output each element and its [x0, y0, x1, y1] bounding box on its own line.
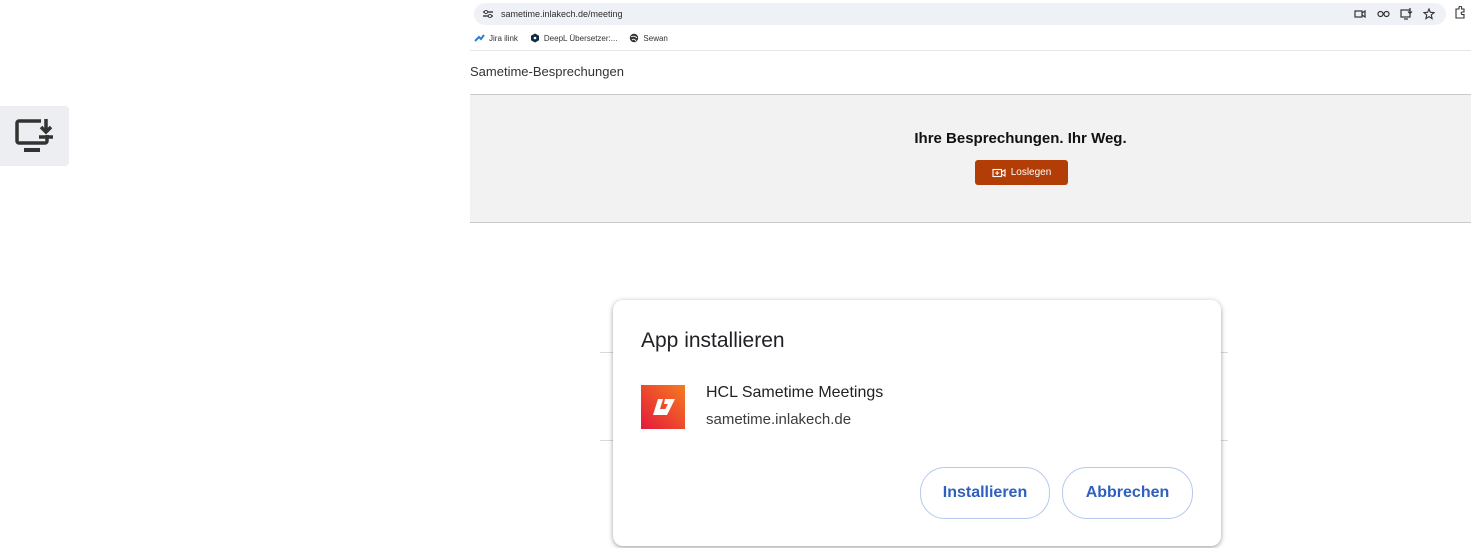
cancel-button[interactable]: Abbrechen — [1062, 467, 1193, 519]
password-key-icon[interactable] — [1376, 6, 1390, 22]
hero-title: Ihre Besprechungen. Ihr Weg. — [914, 130, 1127, 147]
extensions-puzzle-icon[interactable] — [1454, 5, 1468, 22]
bookmark-sewan[interactable]: Sewan — [629, 33, 668, 43]
dialog-title: App installieren — [641, 329, 785, 352]
install-app-icon[interactable] — [1399, 6, 1413, 22]
bookmark-label: DeepL Übersetzer:... — [543, 33, 618, 43]
app-name: HCL Sametime Meetings — [706, 384, 884, 401]
site-settings-icon[interactable] — [481, 7, 495, 21]
camera-icon[interactable] — [1353, 6, 1367, 22]
globe-icon — [630, 33, 639, 43]
jira-icon — [474, 34, 485, 42]
bookmark-label: Sewan — [643, 33, 668, 43]
hero-section: Ihre Besprechungen. Ihr Weg. Loslegen — [470, 94, 1471, 223]
page-title: Sametime-Besprechungen — [470, 64, 624, 79]
bookmark-label: Jira ilink — [489, 33, 518, 43]
bookmark-star-icon[interactable] — [1422, 6, 1436, 22]
install-app-icon-zoomed — [0, 106, 69, 166]
bookmark-jira[interactable]: Jira ilink — [474, 33, 518, 43]
toolbar-divider — [470, 50, 1471, 51]
start-button-label: Loslegen — [1010, 167, 1052, 178]
video-plus-icon — [992, 168, 1006, 177]
app-host: sametime.inlakech.de — [706, 411, 852, 428]
address-bar[interactable]: sametime.inlakech.de/meeting — [474, 3, 1446, 25]
deepl-icon — [530, 33, 539, 43]
install-app-dialog: App installieren HCL Sametime Meetings s… — [613, 300, 1221, 546]
bookmarks-bar: Jira ilink DeepL Übersetzer:... Sewan — [474, 29, 668, 47]
start-button[interactable]: Loslegen — [975, 160, 1068, 185]
sametime-app-logo — [641, 385, 685, 429]
bookmark-deepl[interactable]: DeepL Übersetzer:... — [530, 33, 618, 43]
monitor-download-icon — [14, 117, 55, 152]
url-text[interactable]: sametime.inlakech.de/meeting — [501, 9, 623, 19]
install-button[interactable]: Installieren — [920, 467, 1050, 519]
